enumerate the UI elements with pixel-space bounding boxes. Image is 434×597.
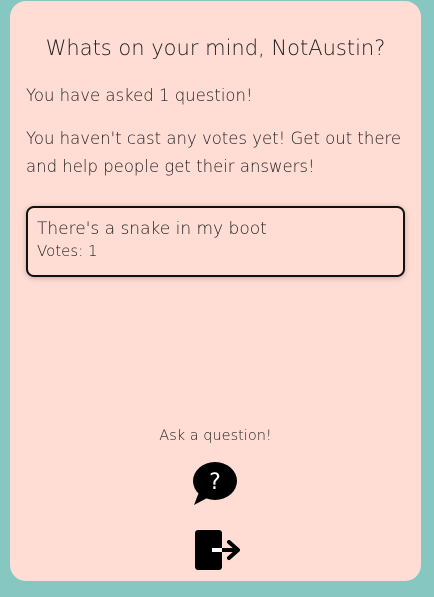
page-title: Whats on your mind, NotAustin? (45, 36, 386, 60)
ask-question-icon[interactable]: ? (191, 461, 239, 507)
main-card: Whats on your mind, NotAustin? You have … (10, 1, 421, 581)
votes-cast-text: You haven't cast any votes yet! Get out … (26, 129, 402, 176)
question-votes: Votes: 1 (37, 242, 98, 260)
logout-button[interactable] (193, 528, 241, 572)
sign-out-icon (195, 530, 240, 570)
question-text: There's a snake in my boot (37, 219, 267, 239)
svg-text:?: ? (209, 470, 221, 495)
question-card[interactable]: There's a snake in my boot Votes: 1 (26, 206, 405, 277)
questions-asked-text: You have asked 1 question! (26, 86, 253, 105)
question-speech-bubble-icon: ? (193, 462, 237, 505)
ask-question-label: Ask a question! (159, 428, 272, 444)
